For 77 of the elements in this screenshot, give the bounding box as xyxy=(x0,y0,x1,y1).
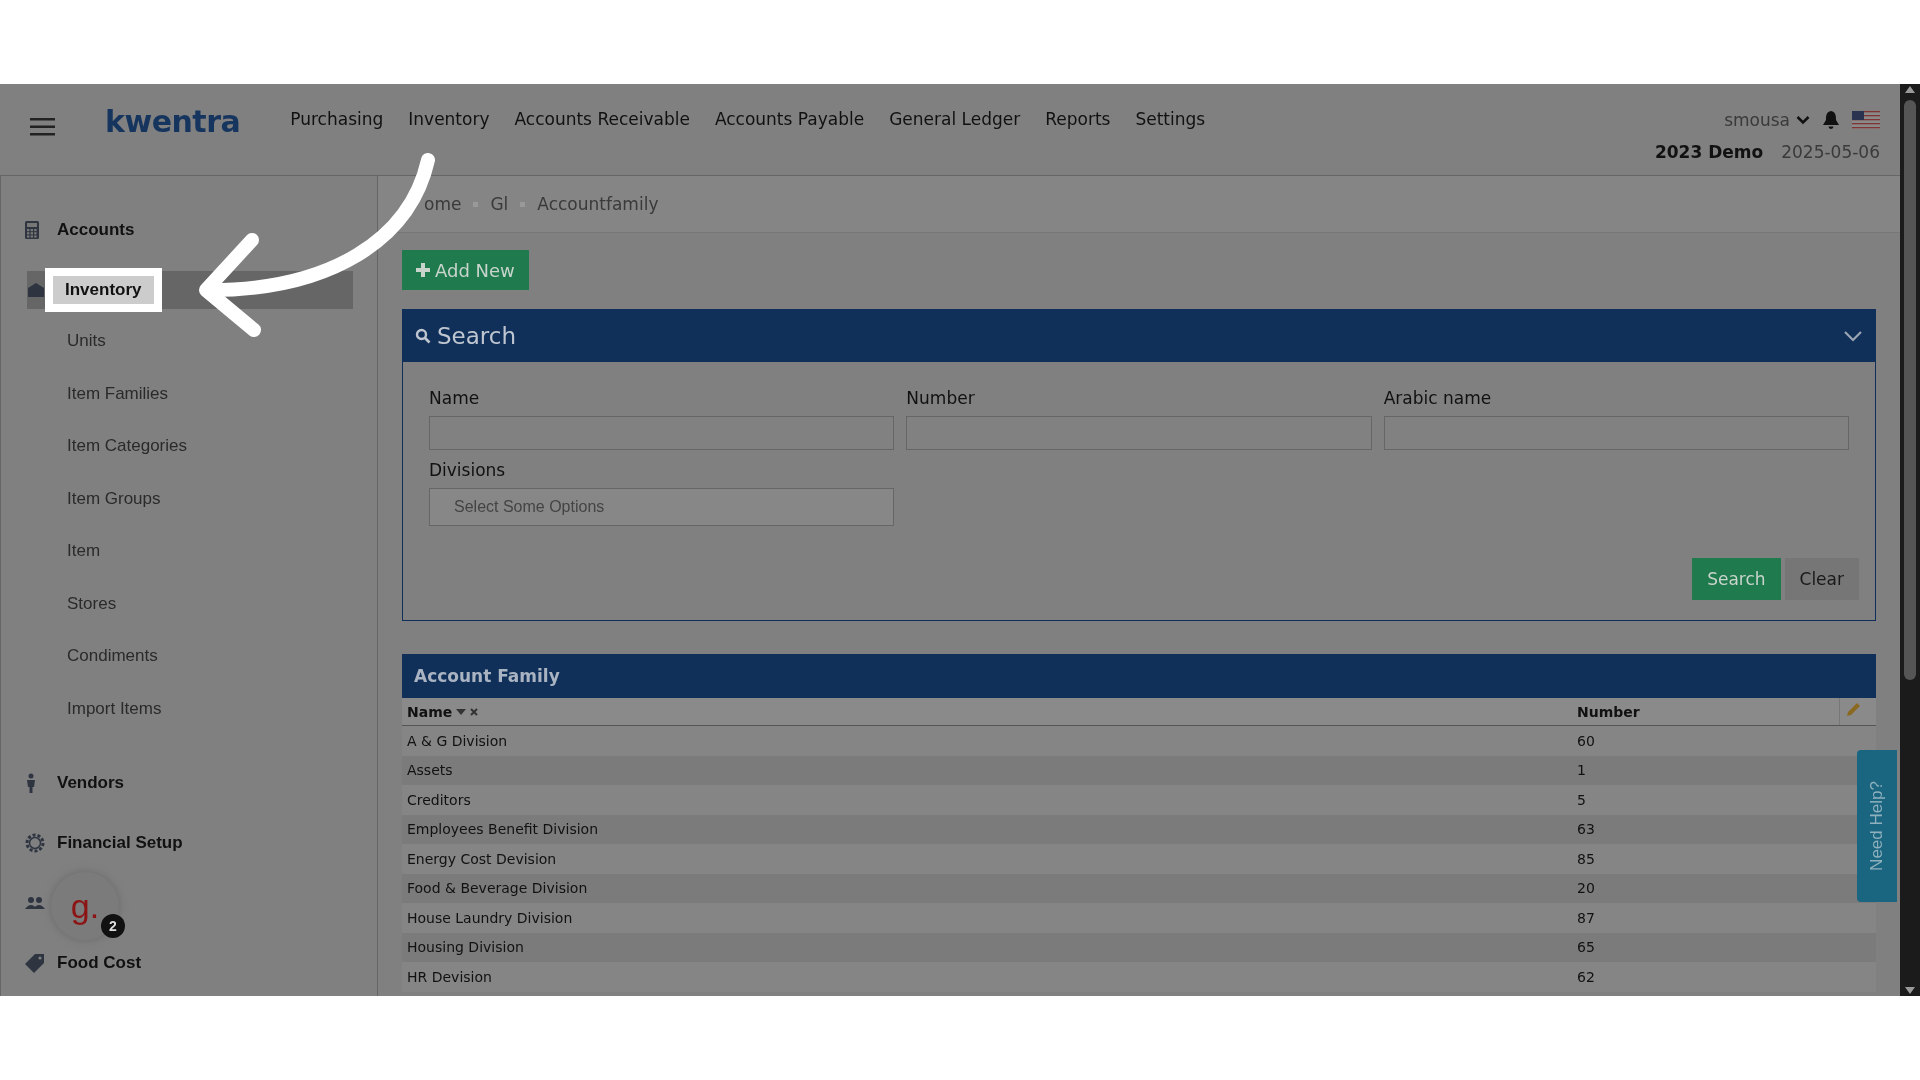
breadcrumb-link[interactable]: ome xyxy=(424,194,462,214)
panel-title: Search xyxy=(437,323,517,349)
table-cell: 62 xyxy=(1577,968,1595,985)
scroll-up-icon[interactable] xyxy=(1904,84,1916,94)
table-cell: A & G Division xyxy=(407,732,508,749)
help-tab[interactable]: Need Help? xyxy=(1857,750,1897,902)
user-menu[interactable]: smousa xyxy=(1724,110,1810,130)
nav-link[interactable]: Purchasing xyxy=(290,109,384,129)
table-cell: Food & Beverage Division xyxy=(407,880,588,897)
nav-link[interactable]: Accounts Payable xyxy=(714,109,865,129)
sort-icon[interactable] xyxy=(456,708,467,715)
add-new-button[interactable]: Add New xyxy=(402,250,529,290)
table-cell: 65 xyxy=(1577,939,1595,956)
company-name: 2023 Demo xyxy=(1654,142,1764,162)
sidebar-subitem[interactable]: Import Items xyxy=(1,682,377,735)
scrollbar[interactable] xyxy=(1900,84,1920,996)
sidebar-subitem[interactable]: Item Groups xyxy=(1,472,377,525)
flag-icon[interactable] xyxy=(1852,111,1880,129)
notification-badge: 2 xyxy=(101,914,125,938)
table-cell: HR Devision xyxy=(407,968,492,985)
sidebar-item[interactable]: Financial Setup xyxy=(25,813,353,873)
column-header[interactable]: Name xyxy=(407,703,453,720)
breadcrumb-link[interactable]: Accountfamily xyxy=(537,194,659,214)
table-cell: 87 xyxy=(1577,909,1595,926)
search-icon xyxy=(415,328,431,344)
sidebar-subitem[interactable]: Item xyxy=(1,525,377,578)
nav-link[interactable]: Reports xyxy=(1045,109,1111,129)
table-cell: 5 xyxy=(1577,791,1586,808)
field-label: Number xyxy=(906,388,976,408)
chevron-down-icon xyxy=(1796,115,1810,125)
sidebar-subitem[interactable]: Units xyxy=(1,315,377,368)
logo[interactable]: kwentra xyxy=(105,104,241,139)
sidebar-item[interactable]: Vendors xyxy=(25,753,353,813)
gear-icon xyxy=(25,833,45,853)
table-cell: 20 xyxy=(1577,880,1595,897)
table-title: Account Family xyxy=(402,654,1876,698)
nav-link[interactable]: Accounts Receivable xyxy=(514,109,690,129)
breadcrumb-link[interactable]: Gl xyxy=(490,194,509,214)
input-field[interactable] xyxy=(429,416,895,450)
tag-icon xyxy=(25,953,45,973)
menu-icon[interactable] xyxy=(30,118,55,136)
column-header[interactable]: Number xyxy=(1577,703,1640,720)
table-cell: Employees Benefit Division xyxy=(407,821,598,838)
chevron-down-icon[interactable] xyxy=(1843,330,1863,342)
search-button[interactable]: Search xyxy=(1692,558,1781,600)
input-field[interactable] xyxy=(906,416,1372,450)
table-cell: 60 xyxy=(1577,732,1595,749)
person-icon xyxy=(25,773,37,793)
clear-filter-icon[interactable] xyxy=(470,707,479,716)
field-label: Divisions xyxy=(429,460,507,480)
sidebar-subitem[interactable]: Condiments xyxy=(1,630,377,683)
clear-button[interactable]: Clear xyxy=(1784,558,1859,600)
users-icon xyxy=(25,896,45,910)
table-cell: Assets xyxy=(407,762,453,779)
calculator-icon xyxy=(25,221,39,239)
field-label: Arabic name xyxy=(1383,388,1493,408)
table-cell: House Laundry Division xyxy=(407,909,573,926)
table-cell: 85 xyxy=(1577,850,1595,867)
plus-icon xyxy=(416,263,430,277)
nav-link[interactable]: General Ledger xyxy=(889,109,1021,129)
table-cell: Creditors xyxy=(407,791,471,808)
sidebar-subitem[interactable]: Stores xyxy=(1,577,377,630)
field-label: Name xyxy=(429,388,481,408)
table-cell: 1 xyxy=(1577,762,1586,779)
table-cell: Housing Division xyxy=(407,939,524,956)
date-label: 2025-05-06 xyxy=(1781,142,1880,162)
sidebar-subitem[interactable]: Item Families xyxy=(1,367,377,420)
input-field[interactable] xyxy=(1383,416,1849,450)
bell-icon[interactable] xyxy=(1822,110,1840,130)
nav-link[interactable]: Settings xyxy=(1135,109,1206,129)
divisions-select[interactable]: Select Some Options xyxy=(429,488,895,526)
table-cell: 63 xyxy=(1577,821,1595,838)
sidebar-subitem[interactable]: Item Categories xyxy=(1,420,377,473)
nav-link[interactable]: Inventory xyxy=(408,109,490,129)
sidebar-item[interactable]: Accounts xyxy=(25,200,353,260)
scroll-down-icon[interactable] xyxy=(1904,986,1916,996)
table-cell: Energy Cost Devision xyxy=(407,850,557,867)
